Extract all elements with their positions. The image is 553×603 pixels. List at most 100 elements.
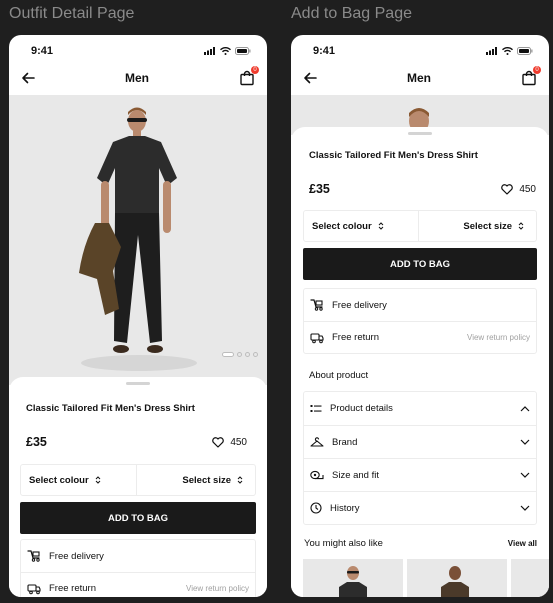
- select-size-dropdown[interactable]: Select size: [137, 465, 256, 495]
- shopping-bag-button[interactable]: 0: [521, 66, 541, 86]
- product-image-gallery[interactable]: [9, 95, 267, 385]
- model-thumbnail: [339, 566, 367, 597]
- add-to-bag-button[interactable]: ADD TO BAG: [303, 248, 537, 280]
- free-delivery-row: Free delivery: [21, 540, 255, 572]
- sheet-handle[interactable]: [126, 382, 150, 385]
- delivery-icon: [27, 550, 40, 562]
- navigation-bar: Men 0: [291, 61, 549, 95]
- variant-selectors: Select colour Select size: [20, 464, 256, 496]
- accordion-label: Size and fit: [332, 469, 379, 481]
- chevron-up-icon: [520, 405, 530, 411]
- like-button[interactable]: 450: [501, 184, 536, 195]
- sheet-handle[interactable]: [408, 132, 432, 135]
- variant-selectors: Select colour Select size: [303, 210, 537, 242]
- outfit-detail-screen: 9:41 Men 0 Classic Tailored Fit Men's Dr…: [9, 35, 267, 597]
- add-to-bag-button[interactable]: ADD TO BAG: [20, 502, 256, 534]
- add-to-bag-screen: 9:41 Men 0 Classic Tailored Fit Men's Dr…: [291, 35, 549, 597]
- pagination-dot-active: [222, 352, 234, 357]
- free-delivery-label: Free delivery: [49, 550, 104, 562]
- tape-measure-icon: [310, 470, 324, 479]
- product-sheet: Classic Tailored Fit Men's Dress Shirt £…: [9, 377, 267, 597]
- free-return-label: Free return: [332, 332, 379, 343]
- like-button[interactable]: 450: [212, 437, 247, 448]
- free-return-row: Free return View return policy: [304, 321, 536, 353]
- signal-icon: [204, 47, 215, 55]
- view-all-link[interactable]: View all: [508, 539, 537, 548]
- recommendations-heading: You might also like: [304, 538, 383, 549]
- select-colour-dropdown[interactable]: Select colour: [304, 211, 419, 241]
- select-colour-label: Select colour: [29, 474, 89, 486]
- free-return-label: Free return: [49, 583, 96, 594]
- services-box: Free delivery Free return View return po…: [20, 539, 256, 597]
- product-title: Classic Tailored Fit Men's Dress Shirt: [309, 150, 478, 161]
- clock-icon: [310, 502, 322, 514]
- status-time: 9:41: [31, 45, 54, 57]
- page-title: Men: [407, 71, 431, 85]
- wifi-icon: [220, 47, 231, 55]
- recommendations-header: You might also like View all: [304, 538, 537, 549]
- status-bar: 9:41: [9, 35, 267, 61]
- frame-title-outfit-detail: Outfit Detail Page: [9, 5, 135, 22]
- battery-icon: [517, 47, 533, 55]
- select-colour-label: Select colour: [312, 220, 372, 232]
- product-sheet: Classic Tailored Fit Men's Dress Shirt £…: [291, 127, 549, 597]
- sort-arrows-icon: [378, 222, 384, 230]
- return-truck-icon: [310, 332, 324, 343]
- product-title: Classic Tailored Fit Men's Dress Shirt: [26, 403, 195, 414]
- pagination-dot: [253, 352, 258, 357]
- recommended-product-card[interactable]: [511, 559, 549, 597]
- back-arrow-icon[interactable]: [21, 72, 35, 84]
- bag-count-badge: 0: [251, 66, 259, 74]
- chevron-down-icon: [520, 472, 530, 478]
- status-time: 9:41: [313, 45, 336, 57]
- accordion-brand[interactable]: Brand: [304, 425, 536, 458]
- accordion-history[interactable]: History: [304, 491, 536, 524]
- product-price: £35: [309, 182, 330, 196]
- recommended-product-card[interactable]: [303, 559, 403, 597]
- select-size-label: Select size: [182, 474, 231, 486]
- pagination-dot: [237, 352, 242, 357]
- chevron-down-icon: [520, 505, 530, 511]
- signal-icon: [486, 47, 497, 55]
- free-return-row: Free return View return policy: [21, 572, 255, 597]
- about-product-heading: About product: [309, 370, 369, 381]
- chevron-down-icon: [520, 439, 530, 445]
- battery-icon: [235, 47, 251, 55]
- sort-arrows-icon: [95, 476, 101, 484]
- about-product-accordion: Product details Brand Size and fit Histo…: [303, 391, 537, 525]
- accordion-size-and-fit[interactable]: Size and fit: [304, 458, 536, 491]
- gallery-pagination[interactable]: [222, 352, 258, 357]
- sort-arrows-icon: [518, 222, 524, 230]
- frame-title-add-to-bag: Add to Bag Page: [291, 5, 412, 22]
- shopping-bag-button[interactable]: 0: [239, 66, 259, 86]
- accordion-label: History: [330, 502, 360, 514]
- hanger-icon: [310, 436, 324, 447]
- delivery-icon: [310, 299, 323, 311]
- back-arrow-icon[interactable]: [303, 72, 317, 84]
- recommended-product-card[interactable]: [407, 559, 507, 597]
- wifi-icon: [502, 47, 513, 55]
- heart-icon: [212, 436, 225, 448]
- like-count: 450: [519, 183, 536, 195]
- free-delivery-label: Free delivery: [332, 299, 387, 311]
- bag-count-badge: 0: [533, 66, 541, 74]
- model-thumbnail: [441, 566, 469, 597]
- services-box: Free delivery Free return View return po…: [303, 288, 537, 354]
- accordion-label: Brand: [332, 436, 358, 448]
- heart-icon: [501, 183, 514, 195]
- sort-arrows-icon: [237, 476, 243, 484]
- view-return-policy-link[interactable]: View return policy: [186, 584, 249, 593]
- select-size-dropdown[interactable]: Select size: [419, 211, 537, 241]
- model-photo: [79, 107, 197, 371]
- status-bar: 9:41: [291, 35, 549, 61]
- page-title: Men: [125, 71, 149, 85]
- accordion-label: Product details: [330, 403, 393, 414]
- view-return-policy-link[interactable]: View return policy: [467, 333, 530, 342]
- list-details-icon: [310, 404, 322, 412]
- select-colour-dropdown[interactable]: Select colour: [21, 465, 137, 495]
- price-row: £35 450: [309, 182, 536, 196]
- accordion-product-details[interactable]: Product details: [304, 392, 536, 425]
- price-row: £35 450: [26, 435, 247, 449]
- select-size-label: Select size: [463, 220, 512, 232]
- return-truck-icon: [27, 583, 41, 594]
